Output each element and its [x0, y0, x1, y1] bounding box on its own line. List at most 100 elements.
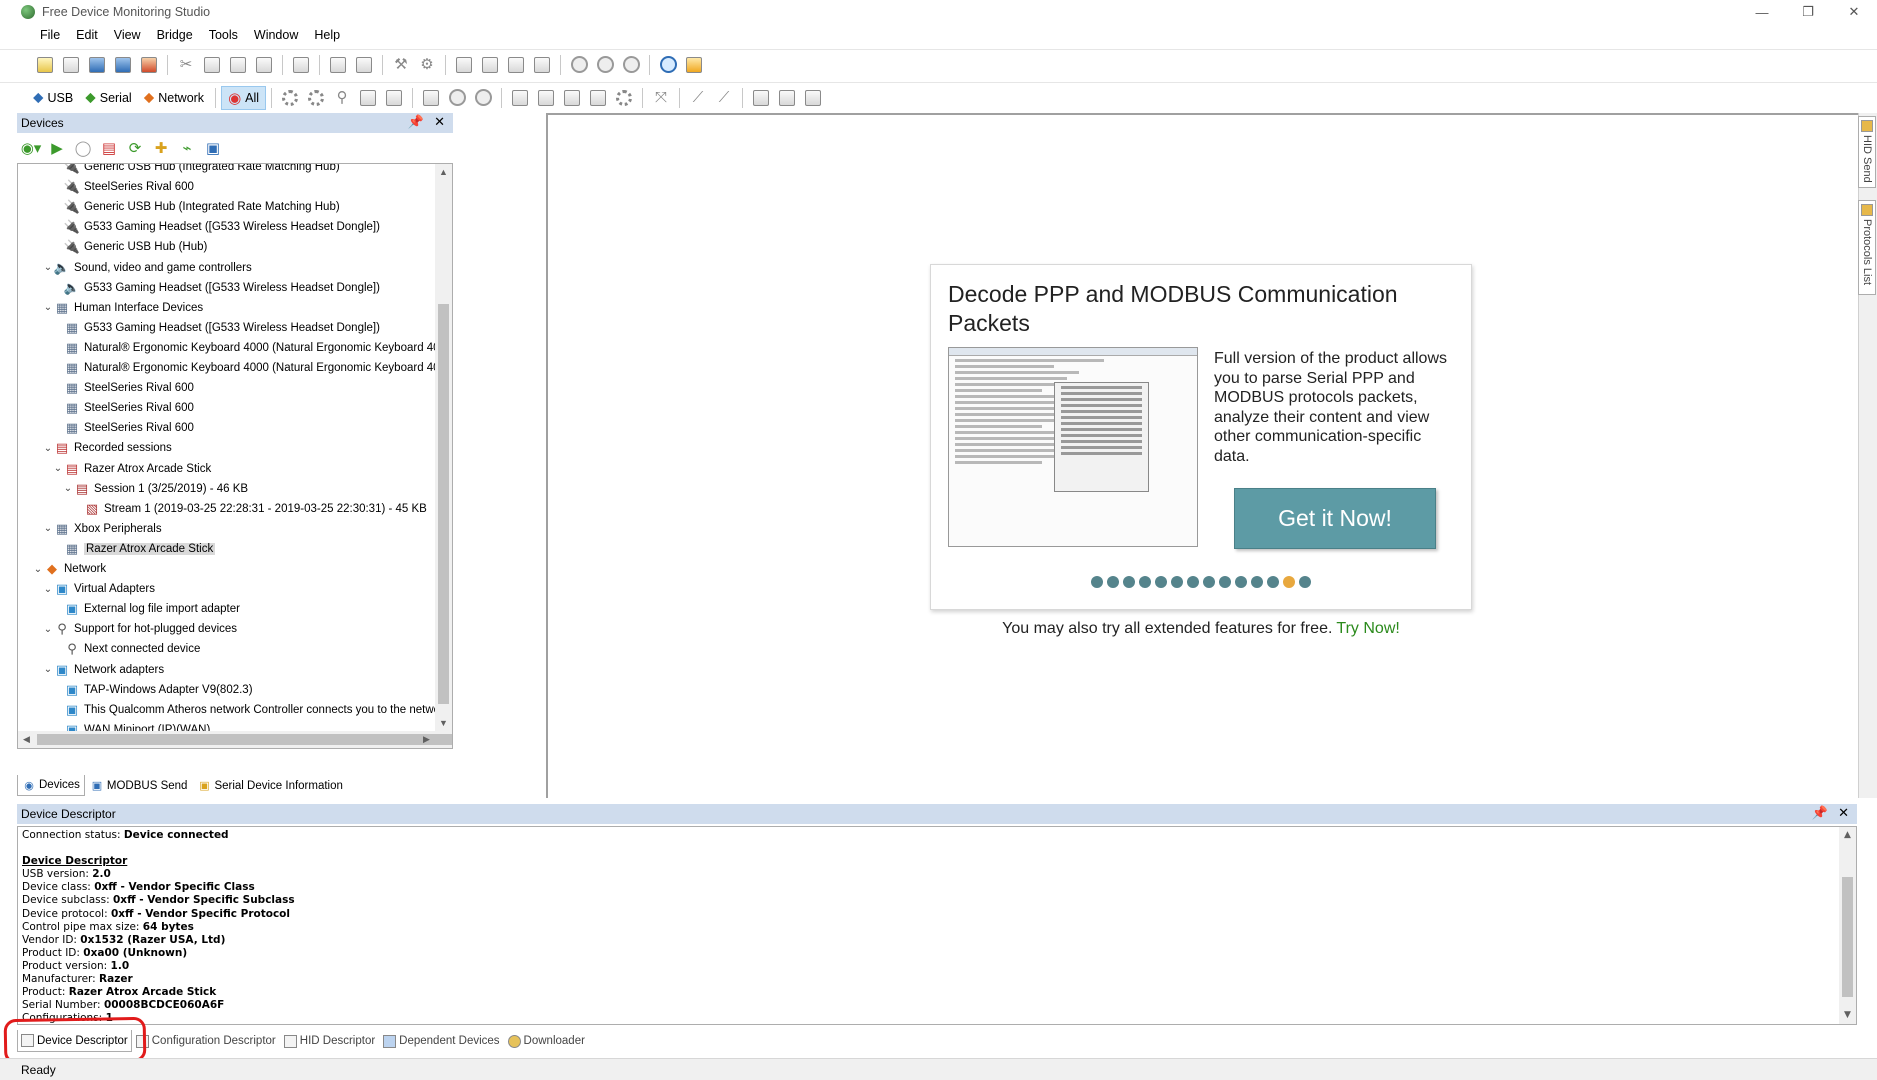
carousel-dot[interactable]	[1235, 576, 1247, 588]
export-all-icon[interactable]	[776, 87, 798, 109]
properties-icon[interactable]	[290, 54, 312, 76]
options-icon[interactable]	[683, 54, 705, 76]
tree-item[interactable]: ▦ Razer Atrox Arcade Stick	[52, 539, 216, 559]
start-icon[interactable]	[568, 54, 590, 76]
tree-item[interactable]: 🔌 Generic USB Hub (Integrated Rate Matchi…	[52, 197, 340, 217]
tree-item[interactable]: ▦ Natural® Ergonomic Keyboard 4000 (Natur…	[52, 338, 436, 358]
menu-bridge[interactable]: Bridge	[149, 28, 201, 42]
usb-filter-button[interactable]: ⬥ USB	[27, 86, 79, 110]
tree-item[interactable]: ⌄ ▤ Session 1 (3/25/2019) - 46 KB	[62, 479, 248, 499]
export-icon[interactable]	[750, 87, 772, 109]
pin-icon[interactable]: 📌	[408, 114, 424, 130]
monitors-dropdown-icon[interactable]	[279, 87, 301, 109]
save-icon[interactable]	[86, 54, 108, 76]
connect-icon[interactable]: ⌁	[176, 138, 198, 158]
close-panel-icon[interactable]: ✕	[434, 114, 445, 130]
window-layout-icon[interactable]	[453, 54, 475, 76]
carousel-dot[interactable]	[1187, 576, 1199, 588]
restore-button[interactable]: ❐	[1785, 0, 1831, 24]
expand-toggle-icon[interactable]: ⌄	[42, 523, 54, 534]
tree-item[interactable]: 🔌 Generic USB Hub (Hub)	[52, 237, 207, 257]
serial-filter-button[interactable]: ⬥ Serial	[79, 86, 137, 110]
tab-configuration-descriptor[interactable]: Configuration Descriptor	[132, 1030, 280, 1052]
carousel-dot[interactable]	[1107, 576, 1119, 588]
carousel-dot[interactable]	[1171, 576, 1183, 588]
tree-item[interactable]: ⌄ ▤ Recorded sessions	[42, 438, 172, 458]
carousel-dot[interactable]	[1299, 576, 1311, 588]
tree-item[interactable]: ▣ TAP-Windows Adapter V9(802.3)	[52, 680, 253, 700]
filter-icon[interactable]: ⚲	[331, 87, 353, 109]
grid-icon[interactable]	[357, 87, 379, 109]
tree-item[interactable]: ▦ SteelSeries Rival 600	[52, 398, 194, 418]
new-session-icon[interactable]	[34, 54, 56, 76]
stop-monitoring-icon[interactable]: ◯	[72, 138, 94, 158]
carousel-dot[interactable]	[1091, 576, 1103, 588]
expand-toggle-icon[interactable]: ⌄	[42, 262, 54, 273]
tab-serial-device-information[interactable]: ▣ Serial Device Information	[192, 775, 347, 796]
cut-icon[interactable]: ✂	[175, 54, 197, 76]
tree-item[interactable]: ⌄ ▤ Razer Atrox Arcade Stick	[52, 459, 211, 479]
select-edit-icon[interactable]	[587, 87, 609, 109]
close-panel-icon[interactable]: ✕	[1838, 805, 1849, 821]
carousel-dot[interactable]	[1155, 576, 1167, 588]
tree-item[interactable]: ▦ SteelSeries Rival 600	[52, 418, 194, 438]
open-icon[interactable]	[60, 54, 82, 76]
expand-toggle-icon[interactable]: ⌄	[42, 443, 54, 454]
select-add-icon[interactable]	[535, 87, 557, 109]
select-move-icon[interactable]	[561, 87, 583, 109]
carousel-dot[interactable]	[1203, 576, 1215, 588]
grid-select-icon[interactable]	[383, 87, 405, 109]
save-as-icon[interactable]	[112, 54, 134, 76]
carousel-dot[interactable]	[1283, 576, 1295, 588]
tree-item[interactable]: 🔌 G533 Gaming Headset ([G533 Wireless Hea…	[52, 217, 380, 237]
compare-icon[interactable]: ⤧	[650, 87, 672, 109]
scroll-thumb[interactable]	[1842, 877, 1853, 997]
tab-protocols-list[interactable]: Protocols List	[1858, 200, 1876, 295]
expand-toggle-icon[interactable]: ⌄	[52, 463, 64, 474]
tree-item[interactable]: 🔌 SteelSeries Rival 600	[52, 177, 194, 197]
get-it-now-button[interactable]: Get it Now!	[1234, 488, 1436, 549]
scroll-down-icon[interactable]: ▼	[1839, 1007, 1856, 1024]
area-chart-icon[interactable]: ⟋	[713, 87, 735, 109]
scroll-right-icon[interactable]: ▶	[418, 731, 435, 748]
tree-item[interactable]: ⌄ ▦ Human Interface Devices	[42, 298, 203, 318]
paste-special-icon[interactable]	[253, 54, 275, 76]
select-icon[interactable]	[509, 87, 531, 109]
expand-toggle-icon[interactable]: ⌄	[42, 624, 54, 635]
network-filter-button[interactable]: ⬥ Network	[138, 86, 210, 110]
forward-icon[interactable]	[472, 87, 494, 109]
tab-downloader[interactable]: Downloader	[504, 1030, 589, 1052]
tree-item[interactable]: ⌄ ▣ Network adapters	[42, 660, 164, 680]
window-arrange-icon[interactable]	[531, 54, 553, 76]
tree-item[interactable]: ▣ External log file import adapter	[52, 599, 240, 619]
window-cascade-icon[interactable]	[505, 54, 527, 76]
descriptor-content[interactable]: Connection status: Device connected Devi…	[17, 826, 1857, 1025]
tab-dependent-devices[interactable]: Dependent Devices	[379, 1030, 503, 1052]
expand-toggle-icon[interactable]: ⌄	[42, 302, 54, 313]
tree-item[interactable]: ⌄ 🔈 Sound, video and game controllers	[42, 258, 252, 278]
carousel-dot[interactable]	[1123, 576, 1135, 588]
tree-item[interactable]: ▦ Natural® Ergonomic Keyboard 4000 (Natur…	[52, 358, 436, 378]
tree-item[interactable]: ⌄ ⚲ Support for hot-plugged devices	[42, 619, 237, 639]
device-tree-vertical-scrollbar[interactable]: ▲ ▼	[435, 164, 452, 732]
vertical-splitter[interactable]	[546, 113, 548, 798]
menu-tools[interactable]: Tools	[201, 28, 246, 42]
pin-icon[interactable]: 📌	[1812, 805, 1828, 821]
menu-view[interactable]: View	[106, 28, 149, 42]
menu-edit[interactable]: Edit	[68, 28, 106, 42]
monitor-icon[interactable]	[657, 54, 679, 76]
start-monitoring-icon[interactable]: ▶	[46, 138, 68, 158]
tree-item[interactable]: 🔈 G533 Gaming Headset ([G533 Wireless Hea…	[52, 278, 380, 298]
device-tree-horizontal-scrollbar[interactable]: ◀ ▶	[18, 731, 452, 748]
tree-item[interactable]: ▦ G533 Gaming Headset ([G533 Wireless Hea…	[52, 318, 380, 338]
expand-toggle-icon[interactable]: ⌄	[32, 564, 44, 575]
device-tree[interactable]: 🔌 Generic USB Hub (Integrated Rate Matchi…	[17, 163, 453, 749]
tree-item[interactable]: ▣ This Qualcomm Atheros network Controlle…	[52, 700, 436, 720]
try-now-link[interactable]: Try Now!	[1336, 620, 1399, 637]
tab-hid-descriptor[interactable]: HID Descriptor	[280, 1030, 379, 1052]
tools-icon[interactable]: ⚙	[416, 54, 438, 76]
menu-help[interactable]: Help	[306, 28, 348, 42]
share-icon[interactable]	[802, 87, 824, 109]
add-device-icon[interactable]: ✚	[150, 138, 172, 158]
tree-item[interactable]: ▧ Stream 1 (2019-03-25 22:28:31 - 2019-03…	[72, 499, 427, 519]
